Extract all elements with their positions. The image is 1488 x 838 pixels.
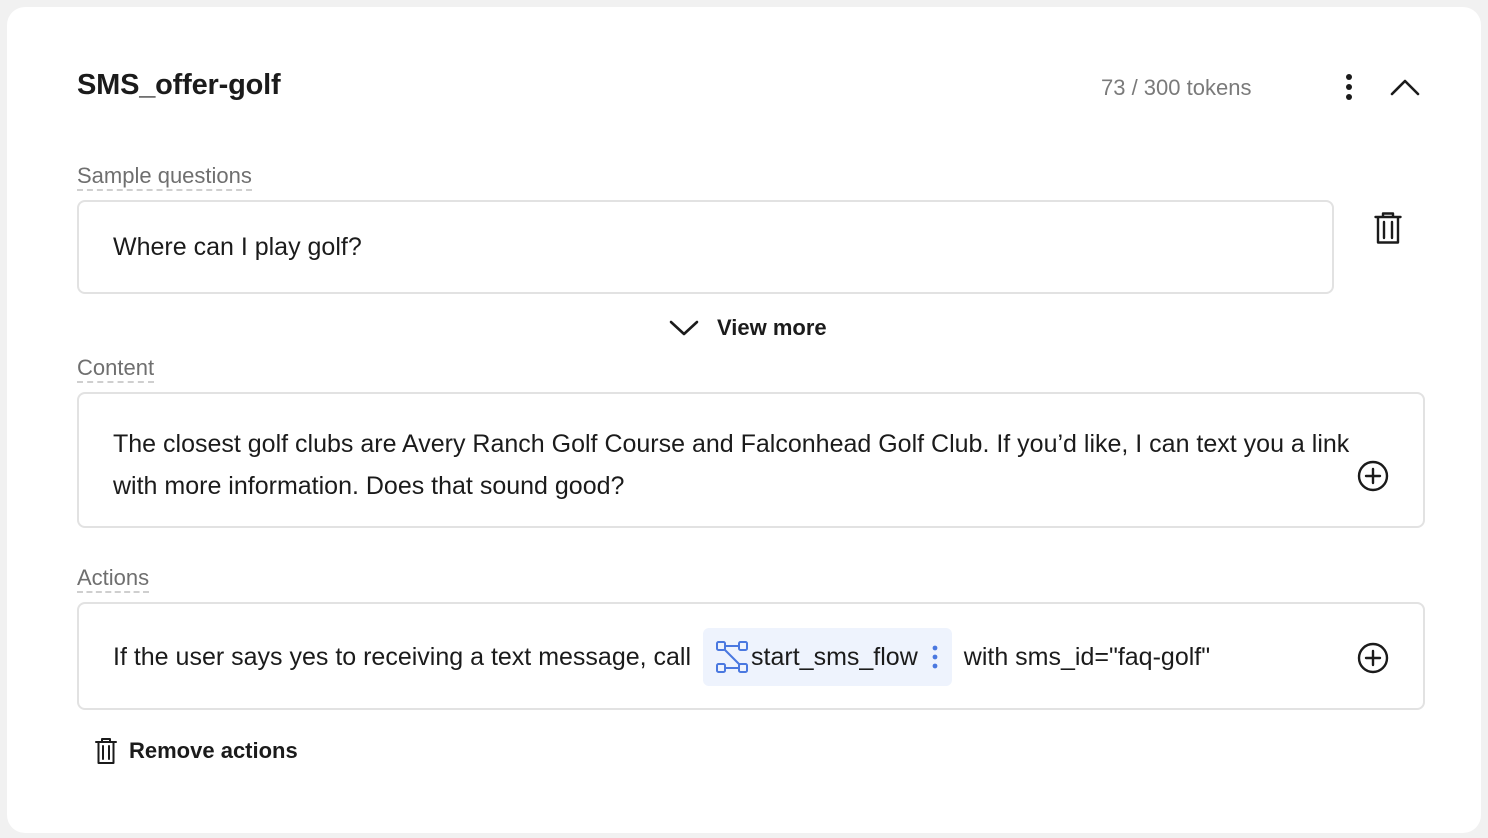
chevron-down-icon — [669, 320, 699, 336]
chip-menu-button[interactable] — [932, 645, 938, 669]
function-chip-label: start_sms_flow — [751, 642, 918, 671]
delete-question-button[interactable] — [1367, 207, 1409, 249]
chevron-up-icon — [1390, 79, 1420, 96]
topic-card: SMS_offer-golf 73 / 300 tokens Sample qu… — [7, 7, 1481, 833]
content-input[interactable]: The closest golf clubs are Avery Ranch G… — [77, 392, 1425, 528]
collapse-button[interactable] — [1385, 69, 1425, 105]
remove-actions-label: Remove actions — [129, 738, 298, 763]
sample-questions-label: Sample questions — [77, 164, 252, 191]
plus-circle-icon — [1357, 642, 1389, 674]
flow-icon — [715, 640, 749, 674]
remove-actions-button[interactable]: Remove actions — [95, 737, 298, 765]
function-chip[interactable]: start_sms_flow — [703, 628, 952, 686]
trash-icon — [95, 738, 117, 764]
view-more-label: View more — [717, 315, 827, 340]
plus-circle-icon — [1357, 460, 1389, 492]
trash-icon — [1374, 212, 1402, 244]
add-content-button[interactable] — [1355, 458, 1391, 494]
view-more-button[interactable]: View more — [669, 315, 827, 341]
token-counter: 73 / 300 tokens — [1101, 75, 1252, 100]
action-suffix-text[interactable]: with sms_id="faq-golf" — [964, 643, 1210, 672]
sample-question-input[interactable]: Where can I play golf? — [77, 200, 1334, 294]
topic-title: SMS_offer-golf — [77, 69, 281, 101]
vertical-dots-icon — [932, 645, 938, 669]
actions-label: Actions — [77, 566, 150, 593]
action-sentence: If the user says yes to receiving a text… — [113, 628, 1210, 686]
vertical-dots-icon — [1346, 74, 1352, 100]
sample-question-text[interactable]: Where can I play golf? — [113, 233, 362, 262]
more-options-button[interactable] — [1333, 69, 1365, 105]
content-label: Content — [77, 356, 155, 383]
action-prefix-text[interactable]: If the user says yes to receiving a text… — [113, 643, 691, 672]
content-text[interactable]: The closest golf clubs are Avery Ranch G… — [113, 423, 1363, 507]
add-action-button[interactable] — [1355, 640, 1391, 676]
actions-input[interactable]: If the user says yes to receiving a text… — [77, 602, 1425, 710]
